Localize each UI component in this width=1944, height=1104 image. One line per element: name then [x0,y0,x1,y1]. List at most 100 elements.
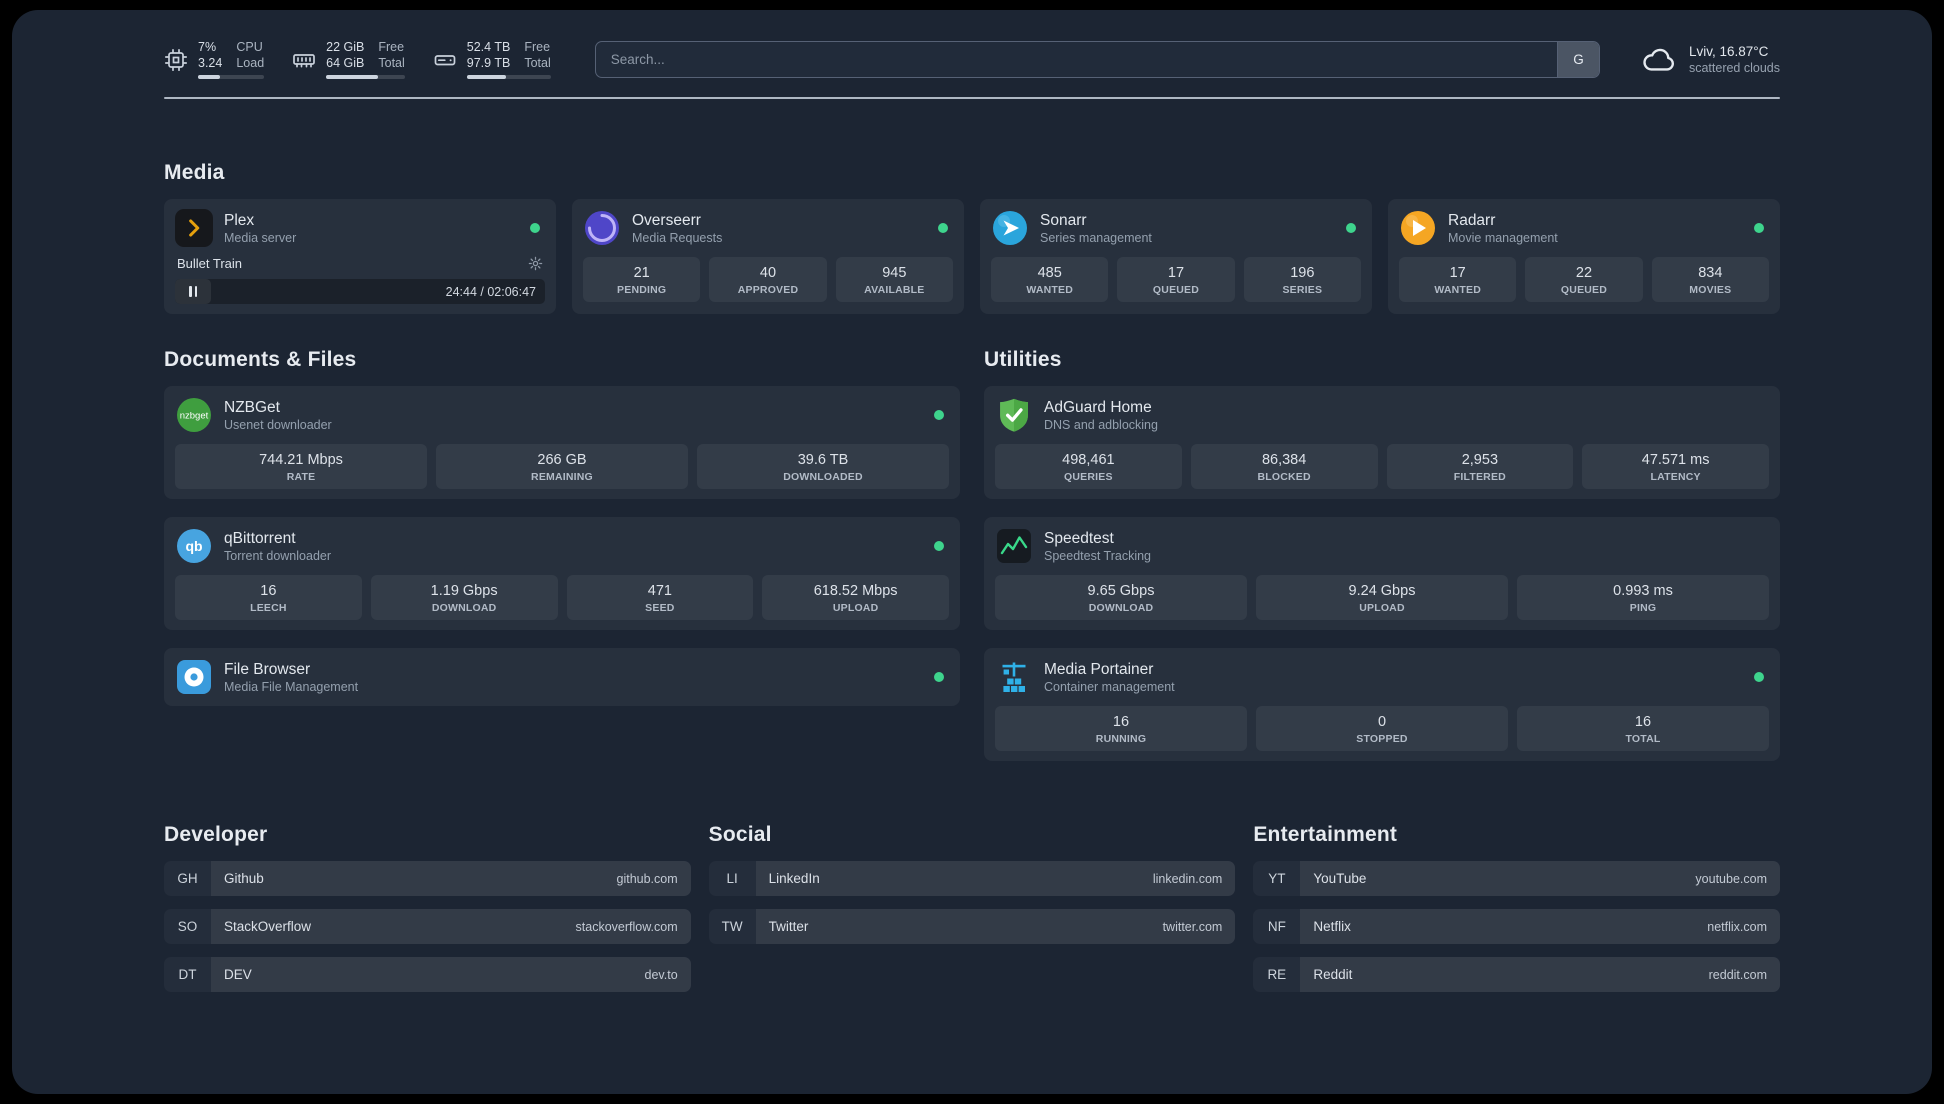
service-card-nzbget[interactable]: nzbget NZBGet Usenet downloader 744.21 M… [164,386,960,499]
bookmark-twitter[interactable]: TW Twitter twitter.com [708,909,1236,944]
filebrowser-icon [175,658,213,696]
stat-value: 22 [1575,265,1593,281]
service-name: File Browser [224,660,311,678]
service-card-plex[interactable]: Plex Media server Bullet Train 24:44 / 0… [164,199,556,314]
status-dot [1754,672,1764,682]
status-dot [1346,223,1356,233]
stat-movies: 834 MOVIES [1651,257,1769,302]
stat-approved: 40 APPROVED [709,257,827,302]
bookmark-name: DEV [224,967,252,982]
bookmark-dev[interactable]: DT DEV dev.to [164,957,691,992]
bookmark-abbr: SO [164,909,211,944]
status-dot [938,223,948,233]
service-card-speedtest[interactable]: Speedtest Speedtest Tracking 9.65 Gbps D… [984,517,1780,630]
topbar-divider [164,97,1780,99]
speedtest-icon [995,527,1033,565]
stat-upload: 9.24 Gbps UPLOAD [1256,575,1508,620]
stat-value: 47.571 ms [1641,452,1710,468]
stat-label: REMAINING [531,471,593,483]
stat-label: UPLOAD [832,602,879,614]
stat-value: 945 [882,265,907,281]
service-desc: Torrent downloader [224,548,332,563]
stat-available: 945 AVAILABLE [835,257,953,302]
stat-running: 16 RUNNING [995,706,1247,751]
stat-label: FILTERED [1453,471,1506,483]
weather-location: Lviv, 16.87°C [1688,44,1769,59]
svg-text:nzbget: nzbget [180,411,209,422]
weather-widget: Lviv, 16.87°C scattered clouds [1640,43,1780,76]
stat-value: 485 [1037,265,1062,281]
stat-wanted: 17 WANTED [1399,257,1517,302]
service-card-radarr[interactable]: Radarr Movie management 17 WANTED 22 QUE… [1388,199,1780,314]
stat-label: AVAILABLE [864,284,925,296]
service-card-sonarr[interactable]: Sonarr Series management 485 WANTED 17 Q… [980,199,1372,314]
status-dot [1754,223,1764,233]
service-name: Radarr [1448,211,1496,229]
service-name: Media Portainer [1044,660,1154,678]
stat-label: UPLOAD [1359,602,1405,614]
search-bar: G [594,41,1600,78]
memory-free-label: Free [378,40,405,54]
bookmark-name: Reddit [1313,967,1353,982]
stat-label: LEECH [250,602,287,614]
service-desc: Container management [1044,679,1175,694]
search-provider-button[interactable]: G [1556,42,1599,77]
nzbget-icon: nzbget [175,396,213,434]
bookmark-github[interactable]: GH Github github.com [164,861,691,896]
stat-value: 471 [647,583,672,599]
service-name: Overseerr [632,211,701,229]
bookmark-netflix[interactable]: NF Netflix netflix.com [1253,909,1780,944]
memory-widget: 22 GiB Free 64 GiB Total [292,40,405,79]
stat-blocked: 86,384 BLOCKED [1190,444,1378,489]
service-card-portainer[interactable]: Media Portainer Container management 16 … [984,648,1780,761]
cloud-icon [1640,45,1678,75]
stat-queries: 498,461 QUERIES [995,444,1182,489]
bookmark-url: linkedin.com [1152,871,1223,886]
memory-icon [292,48,316,72]
bookmark-stackoverflow[interactable]: SO StackOverflow stackoverflow.com [164,909,691,944]
stat-value: 0 [1377,714,1387,730]
playback-bar[interactable]: 24:44 / 02:06:47 [175,279,545,304]
stat-label: MOVIES [1689,284,1732,296]
bookmark-youtube[interactable]: YT YouTube youtube.com [1253,861,1780,896]
stat-label: WANTED [1026,284,1074,296]
section-title-documents: Documents & Files [164,348,357,371]
stat-value: 498,461 [1062,452,1115,468]
pause-button[interactable] [175,279,211,304]
overseerr-icon [583,209,621,247]
stat-value: 21 [633,265,650,281]
section-title-entertainment: Entertainment [1253,823,1398,846]
bookmark-abbr: YT [1253,861,1301,896]
bookmark-linkedin[interactable]: LI LinkedIn linkedin.com [708,861,1236,896]
status-dot [934,672,944,682]
service-card-filebrowser[interactable]: File Browser Media File Management [164,648,960,706]
service-card-adguard[interactable]: AdGuard Home DNS and adblocking 498,461 … [984,386,1780,499]
disk-icon [433,48,457,72]
stat-value: 744.21 Mbps [259,452,343,468]
service-card-overseerr[interactable]: Overseerr Media Requests 21 PENDING 40 A… [572,199,964,314]
stat-download: 1.19 Gbps DOWNLOAD [370,575,558,620]
stat-value: 1.19 Gbps [430,583,498,599]
service-card-qbittorrent[interactable]: qb qBittorrent Torrent downloader 16 LEE… [164,517,960,630]
bookmark-url: github.com [616,871,678,886]
disk-progressbar [466,75,551,79]
svg-text:qb: qb [185,538,202,554]
section-utilities: Utilities AdGuard Home DNS and adblockin… [984,348,1780,761]
search-input[interactable] [595,42,1557,77]
bookmark-url: stackoverflow.com [575,919,678,934]
stat-value: 16 [1112,714,1130,730]
cpu-progressbar [198,75,265,79]
bookmark-reddit[interactable]: RE Reddit reddit.com [1253,957,1780,992]
stat-label: BLOCKED [1257,471,1311,483]
stat-pending: 21 PENDING [583,257,701,302]
stat-value: 40 [759,265,777,281]
stat-label: WANTED [1434,284,1482,296]
gear-icon[interactable] [528,256,543,271]
stat-value: 266 GB [537,452,587,468]
disk-total-label: Total [524,56,551,70]
cpu-usage-label: CPU [236,40,263,54]
plex-icon [175,209,213,247]
bookmark-name: Twitter [768,919,809,934]
bookmark-url: reddit.com [1708,967,1767,982]
stat-label: DOWNLOADED [783,471,863,483]
